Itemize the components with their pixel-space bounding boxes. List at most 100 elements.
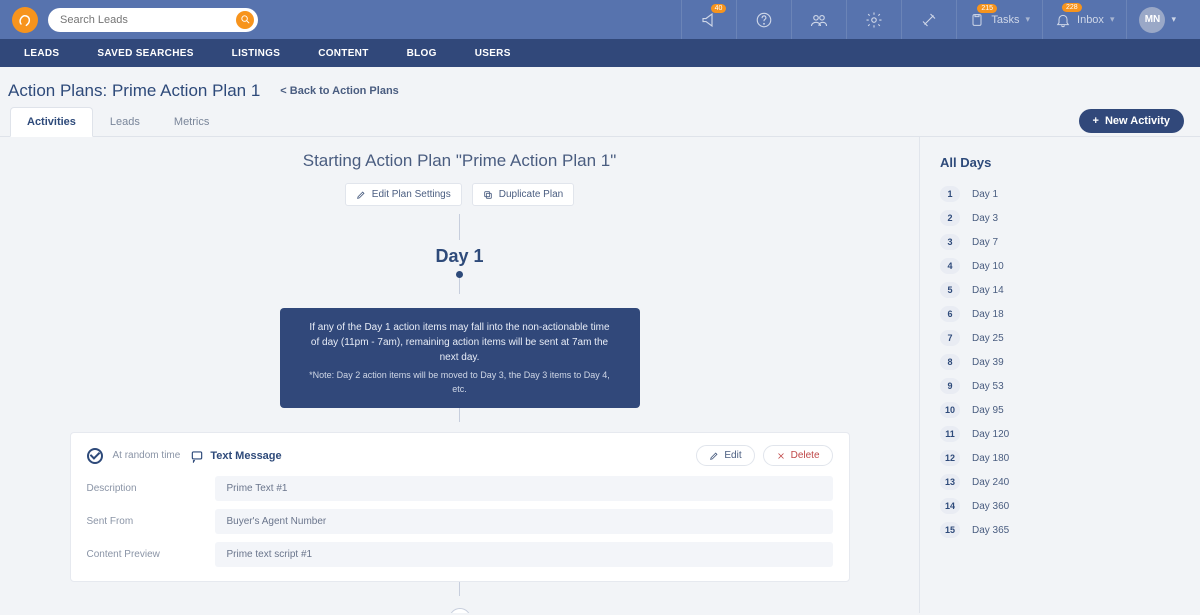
day-index: 9 bbox=[940, 378, 960, 394]
day-heading: Day 1 bbox=[32, 246, 887, 267]
pencil-icon bbox=[709, 451, 719, 461]
chevron-down-icon: ▾ bbox=[1025, 14, 1030, 25]
plan-actions: Edit Plan Settings Duplicate Plan bbox=[32, 183, 887, 206]
app-logo[interactable] bbox=[12, 7, 38, 33]
duplicate-plan-label: Duplicate Plan bbox=[499, 189, 563, 200]
tools-menu[interactable] bbox=[901, 0, 956, 39]
page-title: Action Plans: Prime Action Plan 1 bbox=[8, 81, 260, 101]
day-label: Day 14 bbox=[972, 285, 1004, 296]
field-label: Content Preview bbox=[87, 549, 197, 560]
day-label: Day 39 bbox=[972, 357, 1004, 368]
activity-field: DescriptionPrime Text #1 bbox=[87, 476, 833, 501]
all-days-item[interactable]: 6Day 18 bbox=[940, 302, 1180, 326]
all-days-item[interactable]: 1 Day 1 bbox=[940, 182, 1180, 206]
page-header: Action Plans: Prime Action Plan 1 < Back… bbox=[0, 67, 1200, 107]
field-value: Buyer's Agent Number bbox=[215, 509, 833, 534]
main-nav: LEADS SAVED SEARCHES LISTINGS CONTENT BL… bbox=[0, 39, 1200, 67]
message-icon bbox=[190, 449, 204, 463]
tasks-menu[interactable]: 215 Tasks ▾ bbox=[956, 0, 1042, 39]
day-index: 10 bbox=[940, 402, 960, 418]
day-index: 6 bbox=[940, 306, 960, 322]
nav-saved-searches[interactable]: SAVED SEARCHES bbox=[97, 48, 193, 59]
megaphone-icon bbox=[700, 11, 718, 29]
all-days-item[interactable]: 2 Day 3 bbox=[940, 206, 1180, 230]
tabs: Activities Leads Metrics + New Activity bbox=[0, 107, 1200, 137]
day-label: Day 180 bbox=[972, 453, 1009, 464]
nav-users[interactable]: USERS bbox=[475, 48, 511, 59]
nav-content[interactable]: CONTENT bbox=[318, 48, 368, 59]
all-days-item[interactable]: 13Day 240 bbox=[940, 470, 1180, 494]
duplicate-plan-button[interactable]: Duplicate Plan bbox=[472, 183, 574, 206]
field-value: Prime Text #1 bbox=[215, 476, 833, 501]
day-label: Day 120 bbox=[972, 429, 1009, 440]
account-menu[interactable]: MN ▾ bbox=[1126, 0, 1188, 39]
announcements-badge: 40 bbox=[711, 4, 727, 13]
team-icon bbox=[810, 11, 828, 29]
tab-metrics[interactable]: Metrics bbox=[157, 107, 226, 136]
plan-heading: Starting Action Plan "Prime Action Plan … bbox=[32, 151, 887, 171]
all-days-item[interactable]: 4 Day 10 bbox=[940, 254, 1180, 278]
all-days-item[interactable]: 12 Day 180 bbox=[940, 446, 1180, 470]
all-days-item[interactable]: 3Day 7 bbox=[940, 230, 1180, 254]
edit-plan-button[interactable]: Edit Plan Settings bbox=[345, 183, 462, 206]
edit-activity-button[interactable]: Edit bbox=[696, 445, 754, 466]
copy-icon bbox=[483, 190, 493, 200]
day-index: 4 bbox=[940, 258, 960, 274]
all-days-item[interactable]: 7Day 25 bbox=[940, 326, 1180, 350]
day-index: 1 bbox=[940, 186, 960, 202]
all-days-item[interactable]: 5Day 14 bbox=[940, 278, 1180, 302]
all-days-item[interactable]: 14Day 360 bbox=[940, 494, 1180, 518]
day-label: Day 365 bbox=[972, 525, 1009, 536]
all-days-item[interactable]: 8Day 39 bbox=[940, 350, 1180, 374]
settings-menu[interactable] bbox=[846, 0, 901, 39]
clipboard-icon bbox=[969, 12, 985, 28]
help-menu[interactable] bbox=[736, 0, 791, 39]
bell-icon bbox=[1055, 12, 1071, 28]
delete-activity-button[interactable]: Delete bbox=[763, 445, 833, 466]
add-activity-button[interactable]: + bbox=[449, 608, 471, 613]
check-icon bbox=[87, 448, 103, 464]
activity-field: Content PreviewPrime text script #1 bbox=[87, 542, 833, 567]
all-days-item[interactable]: 15 Day 365 bbox=[940, 518, 1180, 542]
inbox-menu[interactable]: 228 Inbox ▾ bbox=[1042, 0, 1126, 39]
day-label: Day 1 bbox=[972, 189, 998, 200]
nav-leads[interactable]: LEADS bbox=[24, 48, 59, 59]
help-icon bbox=[755, 11, 773, 29]
chevron-down-icon: ▾ bbox=[1110, 14, 1115, 25]
back-link[interactable]: < Back to Action Plans bbox=[280, 85, 399, 97]
day-label: Day 10 bbox=[972, 261, 1004, 272]
day-label: Day 240 bbox=[972, 477, 1009, 488]
search-button[interactable] bbox=[236, 11, 254, 29]
all-days-item[interactable]: 10Day 95 bbox=[940, 398, 1180, 422]
activity-field: Sent From Buyer's Agent Number bbox=[87, 509, 833, 534]
new-activity-button[interactable]: + New Activity bbox=[1079, 109, 1184, 133]
day-label: Day 3 bbox=[972, 213, 998, 224]
all-days-panel: All Days 1Day 12Day 33Day 74Day 105Day 1… bbox=[920, 137, 1200, 613]
day-index: 12 bbox=[940, 450, 960, 466]
inbox-label: Inbox bbox=[1077, 14, 1104, 26]
nav-listings[interactable]: LISTINGS bbox=[232, 48, 281, 59]
search-input[interactable] bbox=[60, 14, 236, 26]
day-index: 15 bbox=[940, 522, 960, 538]
all-days-item[interactable]: 9Day 53 bbox=[940, 374, 1180, 398]
day-index: 14 bbox=[940, 498, 960, 514]
day-index: 2 bbox=[940, 210, 960, 226]
team-menu[interactable] bbox=[791, 0, 846, 39]
announcements-menu[interactable]: 40 bbox=[681, 0, 736, 39]
tab-activities[interactable]: Activities bbox=[10, 107, 93, 137]
day-index: 3 bbox=[940, 234, 960, 250]
activity-card: At random timeText MessageEditDeleteDesc… bbox=[70, 432, 850, 582]
new-activity-label: New Activity bbox=[1105, 115, 1170, 127]
all-days-item[interactable]: 11Day 120 bbox=[940, 422, 1180, 446]
search-icon bbox=[240, 14, 251, 25]
timeline-column: Starting Action Plan "Prime Action Plan … bbox=[0, 137, 920, 613]
day-label: Day 25 bbox=[972, 333, 1004, 344]
tasks-label: Tasks bbox=[991, 14, 1019, 26]
logo-swirl-icon bbox=[17, 12, 33, 28]
tab-leads[interactable]: Leads bbox=[93, 107, 157, 136]
tasks-badge: 215 bbox=[977, 4, 997, 13]
nav-blog[interactable]: BLOG bbox=[407, 48, 437, 59]
field-label: Sent From bbox=[87, 516, 197, 527]
activity-timing: At random time bbox=[113, 450, 181, 461]
pencil-icon bbox=[356, 190, 366, 200]
